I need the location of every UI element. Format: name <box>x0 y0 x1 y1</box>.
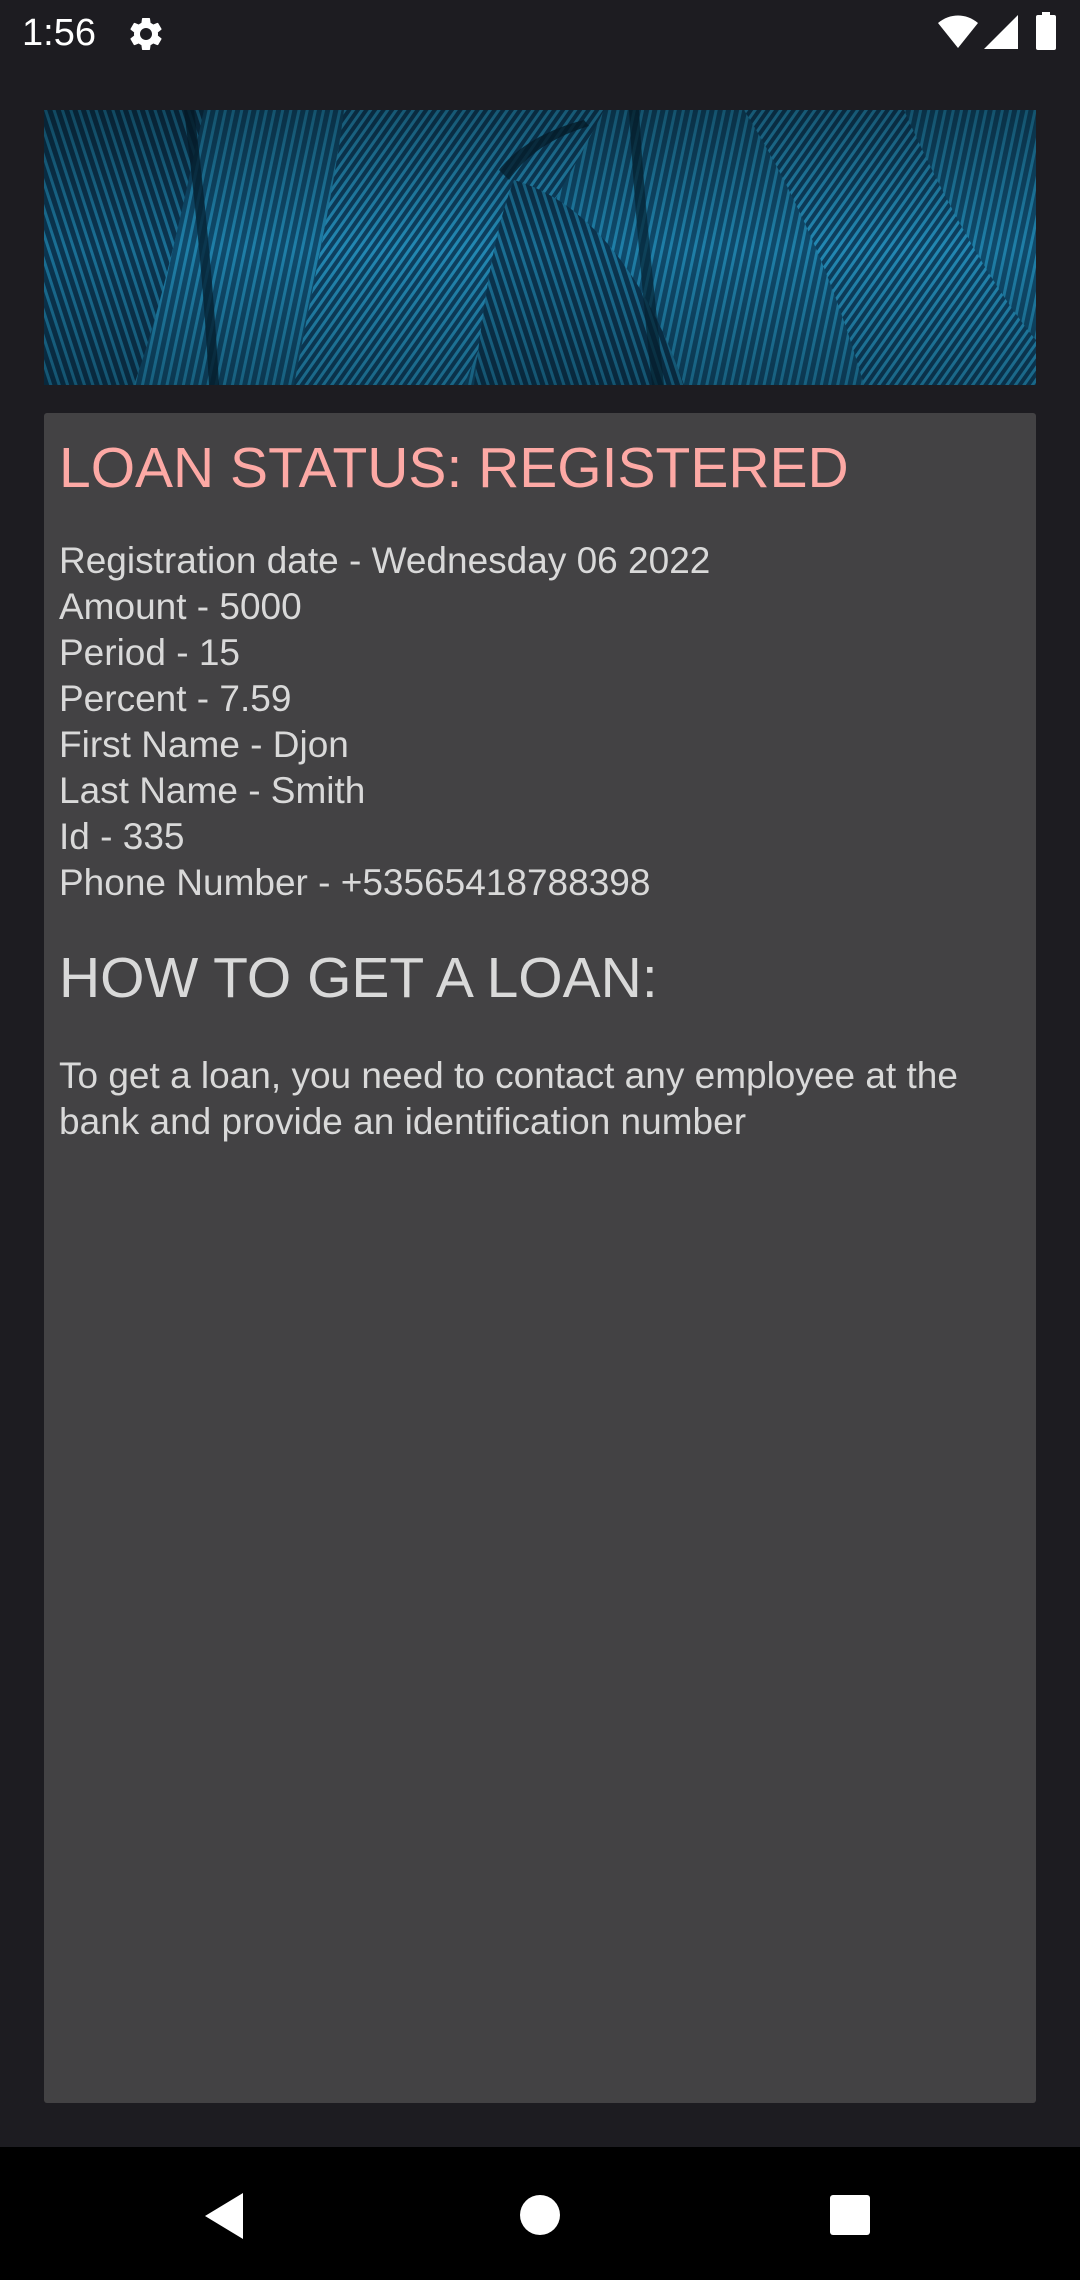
loan-percent: Percent - 7.59 <box>59 678 292 719</box>
loan-status-title: LOAN STATUS: REGISTERED <box>59 436 849 500</box>
registration-date: Registration date - Wednesday 06 2022 <box>59 540 711 581</box>
howto-text: To get a loan, you need to contact any e… <box>59 1055 958 1142</box>
settings-icon <box>130 17 162 50</box>
hero-image <box>44 110 1036 385</box>
home-icon[interactable] <box>518 2193 562 2237</box>
loan-card: LOAN STATUS: REGISTERED Registration dat… <box>44 413 1036 2103</box>
back-icon[interactable] <box>203 2191 249 2241</box>
battery-icon <box>1036 12 1056 50</box>
loan-amount: Amount - 5000 <box>59 586 302 627</box>
howto-title: HOW TO GET A LOAN: <box>59 946 658 1010</box>
feather-texture-image <box>44 110 1036 385</box>
status-bar: 1:56 <box>0 0 1080 66</box>
recents-icon[interactable] <box>829 2194 871 2236</box>
phone-number: Phone Number - +53565418788398 <box>59 862 651 903</box>
loan-period: Period - 15 <box>59 632 240 673</box>
status-time: 1:56 <box>22 12 96 54</box>
navigation-bar <box>0 2147 1080 2280</box>
loan-details: Registration date - Wednesday 06 2022 Am… <box>59 538 1019 906</box>
wifi-icon <box>938 15 978 48</box>
signal-icon <box>984 15 1018 49</box>
last-name: Last Name - Smith <box>59 770 366 811</box>
first-name: First Name - Djon <box>59 724 349 765</box>
loan-id: Id - 335 <box>59 816 185 857</box>
